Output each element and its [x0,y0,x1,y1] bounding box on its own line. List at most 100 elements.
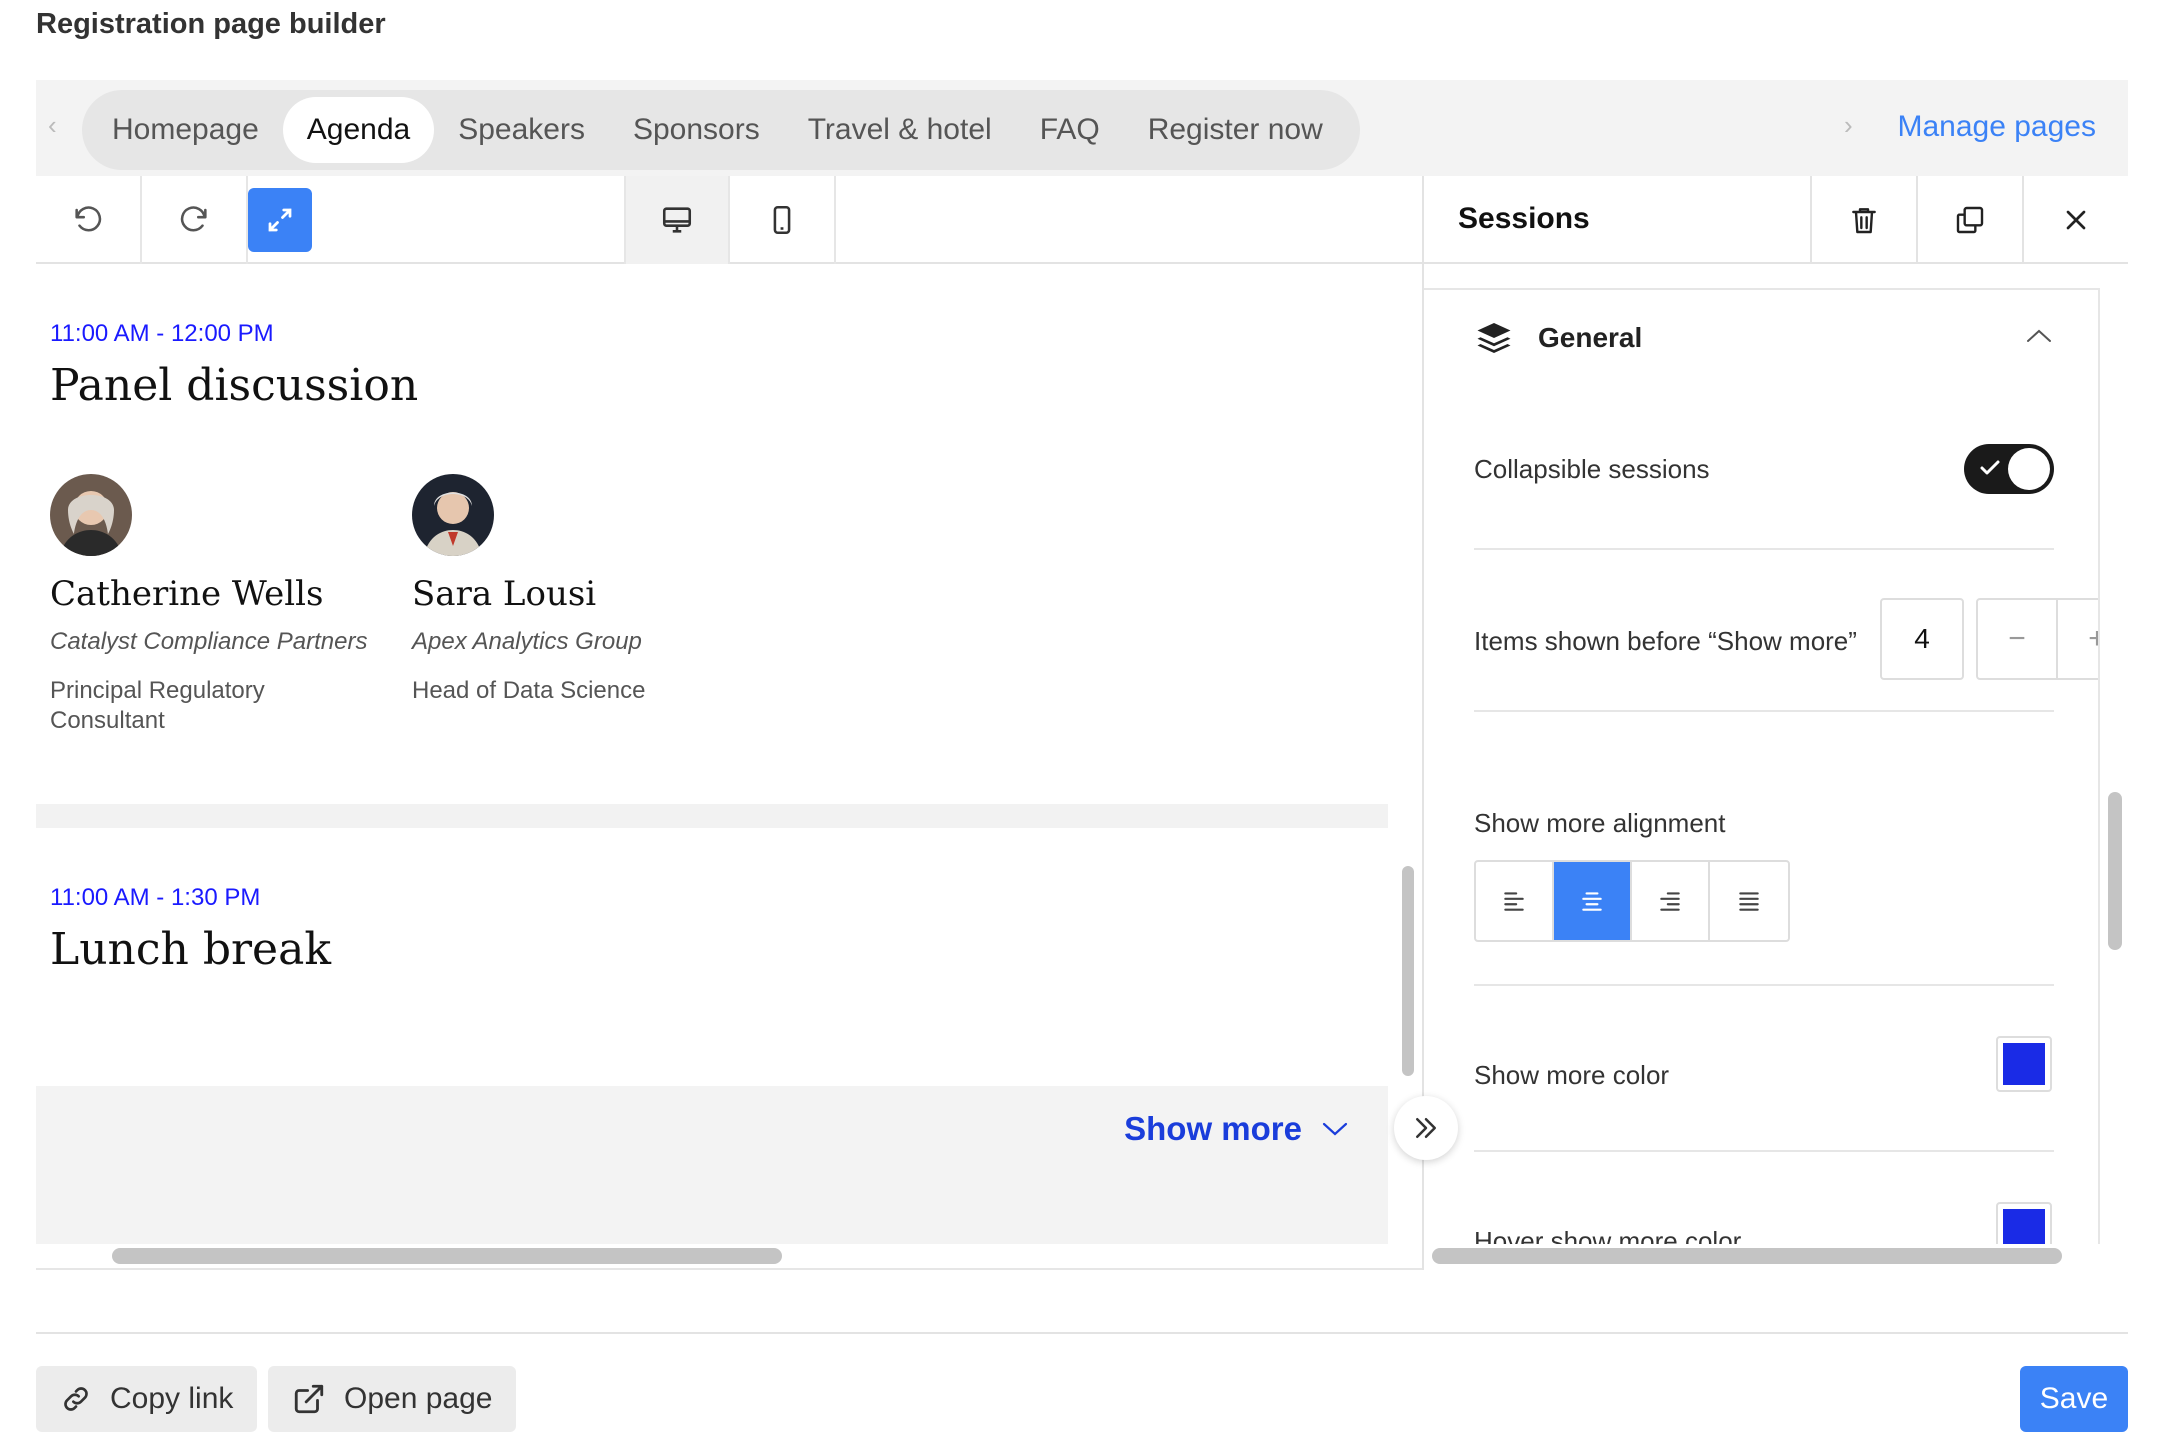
collapsible-sessions-label: Collapsible sessions [1474,454,1710,484]
expand-button[interactable] [248,188,312,252]
avatar [50,474,132,556]
editor-toolbar [36,176,1424,264]
avatar [412,474,494,556]
tab-agenda[interactable]: Agenda [282,97,435,163]
divider [1474,710,2054,712]
preview-horizontal-scrollbar[interactable] [112,1248,782,1264]
items-shown-input[interactable]: 4 [1880,598,1964,680]
delete-button[interactable] [1810,176,1916,264]
session-title: Panel discussion [50,360,419,411]
speaker-role: Head of Data Science [412,677,646,704]
panel-vertical-scrollbar[interactable] [2108,792,2122,950]
scroll-right-icon[interactable]: › [1844,110,1853,141]
session-time: 11:00 AM - 12:00 PM [50,320,274,347]
panel-header: Sessions [1424,176,2128,264]
tab-register-now[interactable]: Register now [1124,97,1347,163]
page-title: Registration page builder [36,8,386,40]
duplicate-button[interactable] [1916,176,2022,264]
page-tabs: Homepage Agenda Speakers Sponsors Travel… [82,90,1360,170]
align-right-icon [1660,892,1680,911]
manage-pages-link[interactable]: Manage pages [1898,110,2097,144]
open-page-label: Open page [344,1382,493,1415]
divider [1474,548,2054,550]
open-page-button[interactable]: Open page [268,1366,517,1432]
divider [1474,1150,2054,1152]
speaker-role: Principal Regulatory Consultant [50,670,390,742]
session-title: Lunch break [50,924,331,975]
speaker-card: Sara Lousi Apex Analytics Group Head of … [412,474,752,712]
section-title: General [1538,322,1643,353]
tab-travel-hotel[interactable]: Travel & hotel [784,97,1016,163]
panel-body: General Collapsible sessions Items shown… [1424,288,2100,1244]
mobile-view-button[interactable] [730,176,836,264]
hover-show-more-color-label: Hover show more color [1474,1226,1742,1244]
redo-button[interactable] [142,176,248,264]
external-link-icon [294,1384,324,1414]
copy-link-label: Copy link [110,1382,234,1415]
duplicate-icon [1956,206,1984,234]
preview-vertical-scrollbar[interactable] [1402,866,1414,1076]
close-button[interactable] [2022,176,2128,264]
alignment-button-group [1474,860,1790,942]
panel-horizontal-scrollbar[interactable] [1432,1248,2062,1264]
session-divider [36,804,1388,828]
align-justify-icon [1739,892,1759,911]
tab-sponsors[interactable]: Sponsors [609,97,784,163]
speaker-name: Catherine Wells [50,574,324,614]
tab-homepage[interactable]: Homepage [88,97,283,163]
section-header-general[interactable]: General [1476,320,1642,356]
align-center-button[interactable] [1554,862,1632,940]
panel-title: Sessions [1458,202,1590,235]
alignment-label: Show more alignment [1474,808,1726,838]
check-icon [1980,460,2000,475]
speaker-company: Apex Analytics Group [412,628,642,655]
align-center-icon [1582,892,1602,911]
page-tabs-bar: ‹ Homepage Agenda Speakers Sponsors Trav… [36,80,2128,176]
speaker-name: Sara Lousi [412,574,597,614]
redo-icon [180,206,207,232]
trash-icon [1852,208,1876,234]
copy-link-button[interactable]: Copy link [36,1366,258,1432]
align-left-button[interactable] [1476,862,1554,940]
expand-icon [268,208,292,232]
divider [1474,984,2054,986]
page-preview: 11:00 AM - 12:00 PM Panel discussion Cat… [36,264,1388,1244]
collapsible-sessions-toggle[interactable] [1964,444,2054,494]
chevron-up-icon[interactable] [2024,326,2054,346]
show-more-label: Show more [1124,1110,1302,1147]
align-right-button[interactable] [1632,862,1710,940]
settings-panel: Sessions General Collapsible sessions It… [1422,176,2128,1270]
undo-button[interactable] [36,176,142,264]
increment-button[interactable]: + [2058,600,2098,678]
desktop-icon [662,207,692,233]
layers-icon [1477,323,1511,353]
show-more-area: Show more [36,1086,1388,1244]
double-chevron-right-icon [1416,1118,1436,1138]
save-button[interactable]: Save [2020,1366,2128,1432]
toggle-knob [2008,448,2050,490]
items-shown-label: Items shown before “Show more” [1474,626,1857,656]
tab-speakers[interactable]: Speakers [434,97,609,163]
show-more-color-label: Show more color [1474,1060,1670,1090]
color-fill [2003,1043,2045,1085]
chevron-down-icon [1322,1122,1348,1136]
mobile-icon [773,205,791,235]
desktop-view-button[interactable] [624,176,730,264]
undo-icon [75,206,102,232]
scroll-left-icon[interactable]: ‹ [48,110,57,141]
items-shown-stepper: − + [1976,598,2098,680]
session-time: 11:00 AM - 1:30 PM [50,884,261,911]
hover-show-more-color-swatch[interactable] [1996,1202,2052,1244]
show-more-button[interactable]: Show more [1124,1110,1350,1148]
align-left-icon [1504,892,1524,911]
collapse-panel-button[interactable] [1394,1096,1458,1160]
decrement-button[interactable]: − [1978,600,2058,678]
color-fill [2003,1209,2045,1244]
close-icon [2066,210,2086,230]
footer-divider [36,1332,2128,1334]
align-justify-button[interactable] [1710,862,1788,940]
preview-bottom-border [36,1268,1424,1270]
show-more-color-swatch[interactable] [1996,1036,2052,1092]
tab-faq[interactable]: FAQ [1016,97,1124,163]
link-icon [64,1387,88,1411]
